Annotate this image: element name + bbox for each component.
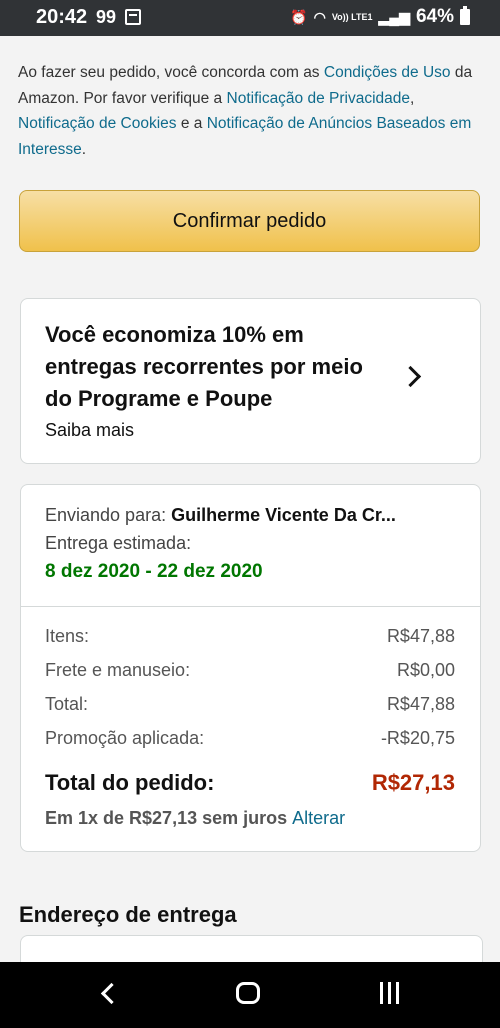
row-label: Total:	[45, 694, 89, 714]
summary-row: Total: R$47,88	[45, 694, 455, 715]
change-link[interactable]: Alterar	[292, 808, 345, 828]
order-total: Total do pedido: R$27,13	[45, 770, 455, 796]
total-value: R$27,13	[371, 770, 455, 795]
battery-icon	[460, 6, 470, 25]
address-title: Endereço de entrega	[19, 902, 237, 927]
home-icon[interactable]	[236, 982, 260, 1004]
installment-text: Em 1x de R$27,13 sem juros	[45, 808, 288, 828]
order-summary-card: Enviando para: Guilherme Vicente Da Cr..…	[20, 484, 481, 852]
wifi-icon: ◠	[313, 8, 326, 25]
privacy-link[interactable]: Notificação de Privacidade	[227, 90, 411, 107]
row-value: R$0,00	[396, 660, 455, 680]
row-label: Frete e manuseio:	[45, 660, 191, 680]
summary-row: Itens: R$47,88	[45, 626, 455, 647]
ship-name: Guilherme Vicente Da Cr...	[171, 505, 396, 525]
promo-title: Você economiza 10% em entregas recorrent…	[45, 322, 363, 411]
calendar-icon	[125, 9, 141, 25]
recent-apps-icon[interactable]	[380, 982, 402, 1004]
row-label: Itens:	[45, 626, 90, 646]
battery-percent: 64%	[415, 6, 454, 27]
confirm-order-button[interactable]: Confirmar pedido	[19, 190, 480, 252]
summary-row: Promoção aplicada: -R$20,75	[45, 728, 455, 749]
status-bar: 20:42 99 ⏰ ◠ Vo)) LTE1 ▂▄▆ 64%	[0, 0, 500, 36]
consent-prefix: Ao fazer seu pedido, você concorda com a…	[18, 64, 324, 81]
divider	[21, 606, 480, 607]
consent-mid2: e a	[176, 115, 207, 132]
signal-icon: ▂▄▆	[378, 8, 410, 25]
address-card[interactable]	[20, 935, 483, 962]
summary-row: Frete e manuseio: R$0,00	[45, 660, 455, 681]
ship-label: Enviando para:	[45, 505, 172, 525]
eta-date: 8 dez 2020 - 22 dez 2020	[45, 561, 263, 582]
notification-count: 99	[96, 7, 117, 27]
alarm-icon: ⏰	[290, 8, 308, 25]
row-label: Promoção aplicada:	[45, 728, 205, 748]
consent-comma: ,	[410, 89, 415, 107]
row-value: -R$20,75	[380, 728, 455, 748]
eta-label: Entrega estimada:	[45, 533, 192, 553]
terms-link[interactable]: Condições de Uso	[324, 64, 451, 81]
row-value: R$47,88	[386, 626, 455, 646]
navigation-bar	[0, 962, 500, 1028]
consent-text: Ao fazer seu pedido, você concorda com a…	[18, 60, 484, 162]
shipping-to: Enviando para: Guilherme Vicente Da Cr..…	[45, 505, 461, 526]
checkout-content: Ao fazer seu pedido, você concorda com a…	[0, 36, 500, 962]
row-value: R$47,88	[386, 694, 455, 714]
learn-more-link[interactable]: Saiba mais	[45, 420, 134, 441]
installment-info: Em 1x de R$27,13 sem juros Alterar	[45, 808, 345, 829]
back-icon[interactable]	[100, 982, 123, 1005]
consent-end: .	[81, 140, 87, 158]
clock: 20:42	[36, 6, 88, 28]
status-icons: ⏰ ◠ Vo)) LTE1 ▂▄▆ 64%	[290, 6, 470, 28]
cookies-link[interactable]: Notificação de Cookies	[18, 115, 177, 132]
subscribe-save-card[interactable]: Você economiza 10% em entregas recorrent…	[20, 298, 481, 464]
total-label: Total do pedido:	[45, 770, 215, 795]
network-label: Vo)) LTE1	[331, 12, 373, 22]
chevron-right-icon	[399, 365, 422, 388]
